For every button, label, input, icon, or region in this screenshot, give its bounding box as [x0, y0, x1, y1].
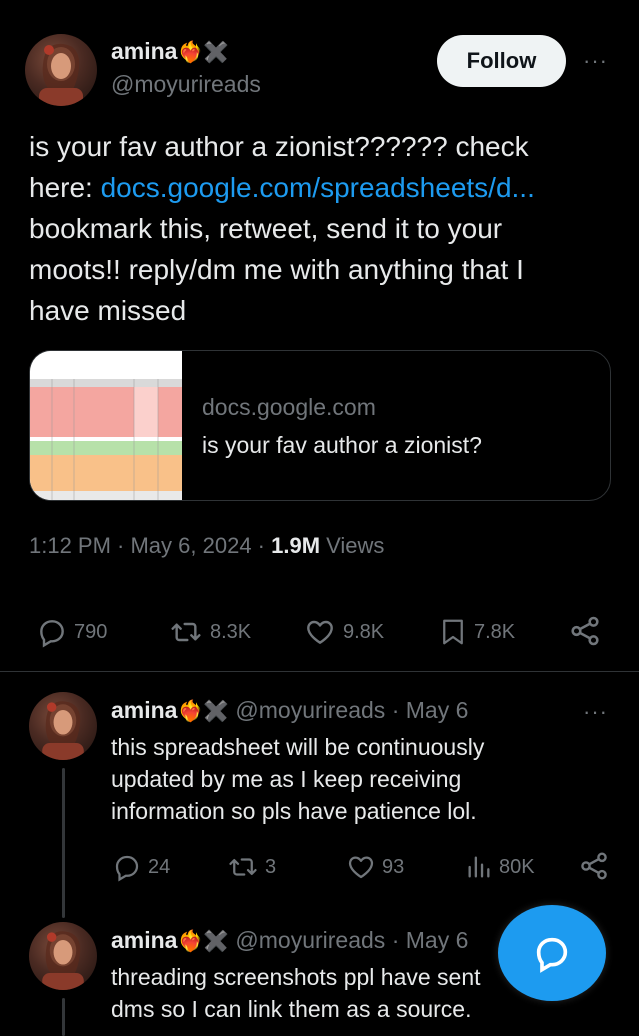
avatar[interactable]: [29, 922, 97, 990]
views-count: 1.9M: [271, 533, 321, 558]
reply-icon: [115, 855, 139, 882]
views-icon: [468, 856, 490, 878]
like-count: 9.8K: [343, 620, 385, 643]
share-icon: [571, 616, 599, 646]
author-handle-date[interactable]: @moyurireads · May 6: [235, 697, 468, 723]
avatar[interactable]: [29, 692, 97, 760]
like-count: 93: [382, 855, 405, 878]
more-options-icon[interactable]: ···: [583, 699, 608, 725]
thread-line: [62, 768, 65, 918]
retweet-button[interactable]: 3: [227, 852, 276, 882]
tweet-text-fragment: here:: [29, 172, 101, 203]
author-name[interactable]: amina: [111, 927, 177, 953]
bookmark-count: 7.8K: [474, 620, 516, 643]
reply-text-line: updated by me as I keep receiving: [111, 766, 462, 792]
reply-button[interactable]: 24: [112, 852, 170, 882]
reply-text-line: information so pls have patience lol.: [111, 798, 477, 824]
follow-button[interactable]: Follow: [437, 35, 566, 87]
avatar[interactable]: [25, 34, 97, 106]
tweet-text: is your fav author a zionist?????? check…: [29, 126, 619, 331]
tweet-text-line: is your fav author a zionist?????? check: [29, 131, 529, 162]
tweet-meta: 1:12 PM · May 6, 2024 · 1.9M Views: [29, 533, 384, 559]
tweet-text-line: have missed: [29, 295, 187, 326]
spreadsheet-link[interactable]: docs.google.com/spreadsheets/d...: [101, 172, 535, 203]
author-name-row[interactable]: amina❤️‍🔥✖️: [111, 38, 229, 65]
retweet-icon: [229, 858, 257, 876]
tweet-text-line: bookmark this, retweet, send it to your: [29, 213, 503, 244]
like-button[interactable]: 93: [346, 852, 404, 882]
retweet-count: 8.3K: [210, 620, 252, 643]
compose-reply-button[interactable]: [498, 905, 606, 1001]
reply-header: amina❤️‍🔥✖️ @moyurireads · May 6: [111, 697, 468, 724]
tweet-text-line: moots!! reply/dm me with anything that I: [29, 254, 524, 285]
thread-line: [62, 998, 65, 1036]
retweet-count: 3: [265, 855, 277, 878]
share-button[interactable]: [578, 850, 610, 882]
like-button[interactable]: 9.8K: [303, 616, 384, 648]
reply-count: 24: [148, 855, 171, 878]
tweet-text-line: here: docs.google.com/spreadsheets/d...: [29, 167, 619, 208]
link-preview-card[interactable]: docs.google.com is your fav author a zio…: [29, 350, 611, 501]
views-label: Views: [320, 533, 385, 558]
bookmark-icon: [443, 619, 463, 645]
reply-button[interactable]: 790: [36, 616, 107, 648]
card-title: is your fav author a zionist?: [202, 432, 482, 458]
reply-count: 790: [74, 620, 108, 643]
author-emoji: ❤️‍🔥✖️: [177, 930, 230, 953]
author-emoji: ❤️‍🔥✖️: [177, 700, 230, 723]
author-name[interactable]: amina: [111, 38, 177, 64]
author-handle[interactable]: @moyurireads: [111, 71, 261, 98]
more-options-icon[interactable]: ···: [583, 48, 608, 74]
reply-text-line: this spreadsheet will be continuously: [111, 734, 485, 760]
share-button[interactable]: [568, 614, 602, 648]
views-count: 80K: [499, 855, 535, 878]
bookmark-button[interactable]: 7.8K: [438, 616, 515, 648]
reply-icon: [536, 937, 568, 973]
reply-icon: [40, 620, 64, 648]
timestamp[interactable]: 1:12 PM · May 6, 2024 ·: [29, 533, 271, 558]
views-button[interactable]: 80K: [465, 852, 535, 882]
author-name[interactable]: amina: [111, 697, 177, 723]
reply-header: amina❤️‍🔥✖️ @moyurireads · May 6: [111, 927, 468, 954]
reply-text: this spreadsheet will be continuously up…: [111, 731, 611, 827]
divider: [0, 671, 639, 672]
like-icon: [307, 620, 333, 644]
like-icon: [348, 856, 374, 879]
card-domain: docs.google.com: [202, 394, 376, 420]
retweet-button[interactable]: 8.3K: [168, 616, 251, 648]
share-icon: [581, 852, 607, 880]
author-handle-date[interactable]: @moyurireads · May 6: [235, 927, 468, 953]
author-emoji: ❤️‍🔥✖️: [177, 41, 230, 64]
spreadsheet-thumbnail: [30, 351, 182, 500]
retweet-icon: [171, 622, 201, 642]
